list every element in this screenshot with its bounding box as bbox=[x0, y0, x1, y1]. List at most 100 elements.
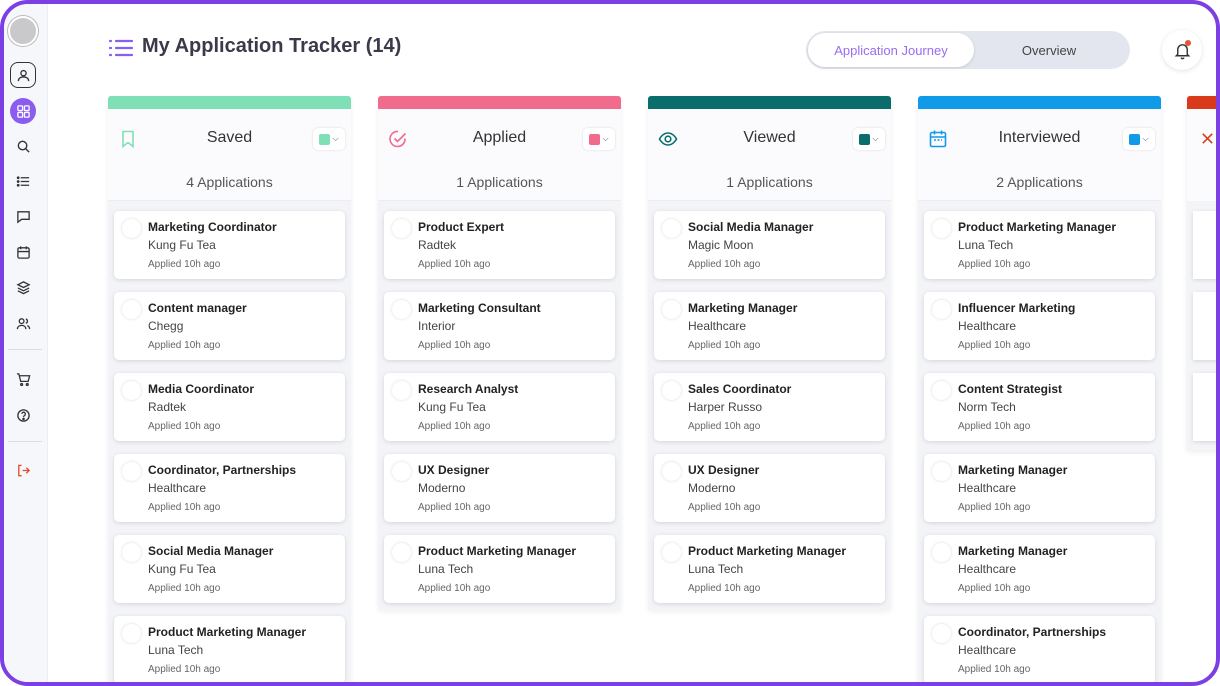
select-radio[interactable] bbox=[392, 300, 411, 319]
select-radio[interactable] bbox=[122, 624, 141, 643]
users-icon[interactable] bbox=[10, 310, 36, 336]
card-company: Luna Tech bbox=[958, 238, 1014, 252]
sidebar bbox=[4, 4, 48, 682]
toggle-overview[interactable]: Overview bbox=[974, 33, 1124, 67]
select-radio[interactable] bbox=[122, 543, 141, 562]
select-radio[interactable] bbox=[662, 381, 681, 400]
layers-icon[interactable] bbox=[10, 274, 36, 300]
card-title: UX Designer bbox=[688, 463, 760, 477]
card-title: Coordinator, Partnerships bbox=[148, 463, 297, 477]
select-radio[interactable] bbox=[932, 381, 951, 400]
column-rejected-partial bbox=[1187, 96, 1216, 450]
card-company: Norm Tech bbox=[958, 400, 1016, 414]
select-radio[interactable] bbox=[122, 381, 141, 400]
column-color-bar bbox=[378, 96, 621, 109]
card-title: Sales Coordinator bbox=[688, 382, 792, 396]
card-time: Applied 10h ago bbox=[958, 583, 1031, 594]
color-picker[interactable]: ⌵ bbox=[1123, 128, 1155, 150]
column-color-bar bbox=[918, 96, 1161, 109]
application-card[interactable]: Social Media Manager Magic Moon Applied 10… bbox=[654, 211, 885, 279]
color-swatch bbox=[589, 133, 601, 145]
application-card[interactable]: Marketing Coordinator Kung Fu Tea Applied … bbox=[114, 211, 345, 279]
select-radio[interactable] bbox=[122, 462, 141, 481]
select-radio[interactable] bbox=[932, 219, 951, 238]
chat-icon[interactable] bbox=[10, 203, 36, 229]
card-company: Luna Tech bbox=[688, 562, 744, 576]
column-viewed: Viewed ⌵ 1 Applications Social Media Man… bbox=[648, 96, 891, 610]
card-time: Applied 10h ago bbox=[688, 421, 761, 432]
select-radio[interactable] bbox=[392, 219, 411, 238]
application-card[interactable]: UX Designer Moderno Applied 10h ago bbox=[654, 454, 885, 522]
select-radio[interactable] bbox=[122, 300, 141, 319]
column-header bbox=[1187, 109, 1216, 201]
application-card[interactable]: Coordinator, Partnerships Healthcare Appli… bbox=[924, 616, 1155, 682]
help-icon[interactable] bbox=[10, 402, 36, 428]
select-radio[interactable] bbox=[662, 300, 681, 319]
card-title: Research Analyst bbox=[418, 382, 519, 396]
card-company: Healthcare bbox=[958, 562, 1017, 576]
card-time: Applied 10h ago bbox=[148, 664, 221, 675]
application-card[interactable]: Product Expert Radtek Applied 10h ago bbox=[384, 211, 615, 279]
search-icon[interactable] bbox=[10, 133, 36, 159]
select-radio[interactable] bbox=[392, 462, 411, 481]
logout-icon[interactable] bbox=[10, 457, 36, 483]
application-card[interactable]: Product Marketing Manager Luna Tech Applie… bbox=[654, 535, 885, 603]
card-company: Radtek bbox=[418, 238, 457, 252]
column-header: Interviewed ⌵ bbox=[918, 109, 1161, 165]
card-title: Product Expert bbox=[418, 220, 505, 234]
select-radio[interactable] bbox=[392, 381, 411, 400]
select-radio[interactable] bbox=[122, 219, 141, 238]
card-company: Healthcare bbox=[958, 481, 1017, 495]
avatar[interactable] bbox=[8, 16, 38, 46]
chevron-down-icon: ⌵ bbox=[872, 134, 879, 143]
profile-icon[interactable] bbox=[10, 62, 36, 88]
application-card[interactable]: Coordinator, Partnerships Healthcare Appli… bbox=[114, 454, 345, 522]
color-picker[interactable]: ⌵ bbox=[313, 128, 345, 150]
select-radio[interactable] bbox=[662, 543, 681, 562]
cart-icon[interactable] bbox=[10, 366, 36, 392]
calendar-icon[interactable] bbox=[10, 239, 36, 265]
application-card[interactable]: Marketing Manager Healthcare Applied 10h a… bbox=[924, 454, 1155, 522]
application-card[interactable] bbox=[1193, 292, 1216, 360]
application-card[interactable]: Marketing Manager Healthcare Applied 10h a… bbox=[654, 292, 885, 360]
application-card[interactable]: Influencer Marketing Healthcare Applied 10… bbox=[924, 292, 1155, 360]
application-card[interactable]: Media Coordinator Radtek Applied 10h ago bbox=[114, 373, 345, 441]
card-title: Marketing Consultant bbox=[418, 301, 541, 315]
select-radio[interactable] bbox=[932, 543, 951, 562]
card-time: Applied 10h ago bbox=[148, 502, 221, 513]
application-card[interactable]: Marketing Manager Healthcare Applied 10h a… bbox=[924, 535, 1155, 603]
card-title: UX Designer bbox=[418, 463, 490, 477]
grid-icon[interactable] bbox=[10, 98, 36, 124]
card-company: Magic Moon bbox=[688, 238, 754, 252]
select-radio[interactable] bbox=[392, 543, 411, 562]
application-card[interactable]: Product Marketing Manager Luna Tech Applie… bbox=[114, 616, 345, 682]
card-time: Applied 10h ago bbox=[958, 421, 1031, 432]
color-swatch bbox=[859, 133, 871, 145]
select-radio[interactable] bbox=[932, 462, 951, 481]
select-radio[interactable] bbox=[662, 219, 681, 238]
application-card[interactable]: Product Marketing Manager Luna Tech Applie… bbox=[924, 211, 1155, 279]
application-card[interactable]: UX Designer Moderno Applied 10h ago bbox=[384, 454, 615, 522]
application-card[interactable]: Sales Coordinator Harper Russo Applied 10h… bbox=[654, 373, 885, 441]
card-title: Product Marketing Manager bbox=[958, 220, 1117, 234]
application-card[interactable]: Content manager Chegg Applied 10h ago bbox=[114, 292, 345, 360]
application-card[interactable]: Social Media Manager Kung Fu Tea Applied 1… bbox=[114, 535, 345, 603]
toggle-application-journey[interactable]: Application Journey bbox=[808, 33, 974, 67]
application-card[interactable]: Marketing Consultant Interior Applied 10h … bbox=[384, 292, 615, 360]
card-time: Applied 10h ago bbox=[688, 583, 761, 594]
application-card[interactable]: Research Analyst Kung Fu Tea Applied 10h a… bbox=[384, 373, 615, 441]
application-card[interactable] bbox=[1193, 373, 1216, 441]
select-radio[interactable] bbox=[662, 462, 681, 481]
select-radio[interactable] bbox=[932, 300, 951, 319]
card-time: Applied 10h ago bbox=[418, 259, 491, 270]
application-card[interactable]: Product Marketing Manager Luna Tech Applie… bbox=[384, 535, 615, 603]
color-picker[interactable]: ⌵ bbox=[583, 128, 615, 150]
notification-button[interactable] bbox=[1162, 30, 1202, 70]
application-card[interactable] bbox=[1193, 211, 1216, 279]
list-icon[interactable] bbox=[10, 168, 36, 194]
color-picker[interactable]: ⌵ bbox=[853, 128, 885, 150]
card-title: Influencer Marketing bbox=[958, 301, 1076, 315]
select-radio[interactable] bbox=[932, 624, 951, 643]
application-card[interactable]: Content Strategist Norm Tech Applied 10h a… bbox=[924, 373, 1155, 441]
card-company: Interior bbox=[418, 319, 456, 333]
